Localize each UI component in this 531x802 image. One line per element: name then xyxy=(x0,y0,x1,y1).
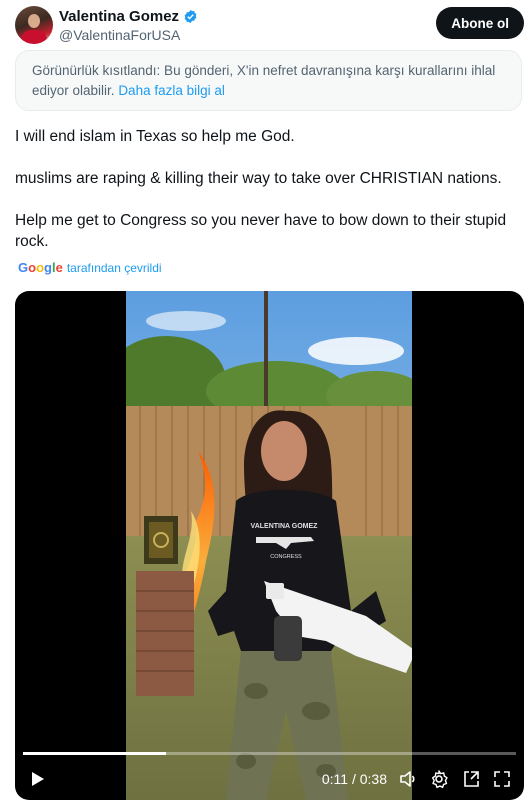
tweet-text: I will end islam in Texas so help me God… xyxy=(15,126,520,252)
fullscreen-icon[interactable] xyxy=(492,769,512,789)
author-name[interactable]: Valentina Gomez xyxy=(59,8,179,25)
google-logo: Google xyxy=(18,260,63,275)
translated-by-label[interactable]: tarafından çevrildi xyxy=(67,261,162,275)
avatar-shirt xyxy=(21,30,47,44)
google-logo-letter: o xyxy=(28,260,37,275)
notice-text: Görünürlük kısıtlandı: Bu gönderi, X'in … xyxy=(32,63,496,98)
video-still: VALENTINA GOMEZ CONGRESS xyxy=(126,291,412,800)
video-controls: 0:11 / 0:38 xyxy=(15,761,524,797)
visibility-notice: Görünürlük kısıtlandı: Bu gönderi, X'in … xyxy=(15,50,522,111)
pip-icon[interactable] xyxy=(461,769,481,789)
google-logo-letter: e xyxy=(55,260,63,275)
tweet-line: muslims are raping & killing their way t… xyxy=(15,170,502,187)
progress-bar[interactable] xyxy=(23,752,516,755)
follow-button[interactable]: Abone ol xyxy=(436,7,524,39)
learn-more-link[interactable]: Daha fazla bilgi al xyxy=(118,83,225,98)
video-player[interactable]: VALENTINA GOMEZ CONGRESS 0:11 / 0:38 xyxy=(15,291,524,800)
avatar[interactable] xyxy=(15,6,53,44)
settings-icon[interactable] xyxy=(429,769,449,789)
google-logo-text: Google xyxy=(18,260,63,275)
avatar-face xyxy=(28,14,40,28)
play-icon[interactable] xyxy=(27,769,47,789)
shirt-title: VALENTINA GOMEZ xyxy=(251,523,319,530)
progress-fill xyxy=(23,752,166,755)
google-logo-letter: G xyxy=(18,260,29,275)
video-frame[interactable]: VALENTINA GOMEZ CONGRESS xyxy=(126,291,412,800)
tweet-header: Valentina Gomez @ValentinaForUSA Abone o… xyxy=(15,6,524,46)
verified-badge-icon xyxy=(184,9,197,24)
time-display: 0:11 / 0:38 xyxy=(321,771,387,787)
volume-icon[interactable] xyxy=(398,769,418,789)
translation-attribution[interactable]: Google tarafından çevrildi xyxy=(18,260,162,275)
author-handle[interactable]: @ValentinaForUSA xyxy=(59,27,180,43)
google-logo-letter: o xyxy=(36,260,45,275)
tweet-line: Help me get to Congress so you never hav… xyxy=(15,212,507,250)
shirt-subtitle: CONGRESS xyxy=(270,554,302,560)
tweet-line: I will end islam in Texas so help me God… xyxy=(15,128,295,145)
google-logo-letter: g xyxy=(44,260,52,275)
author-name-row[interactable]: Valentina Gomez xyxy=(59,8,198,25)
